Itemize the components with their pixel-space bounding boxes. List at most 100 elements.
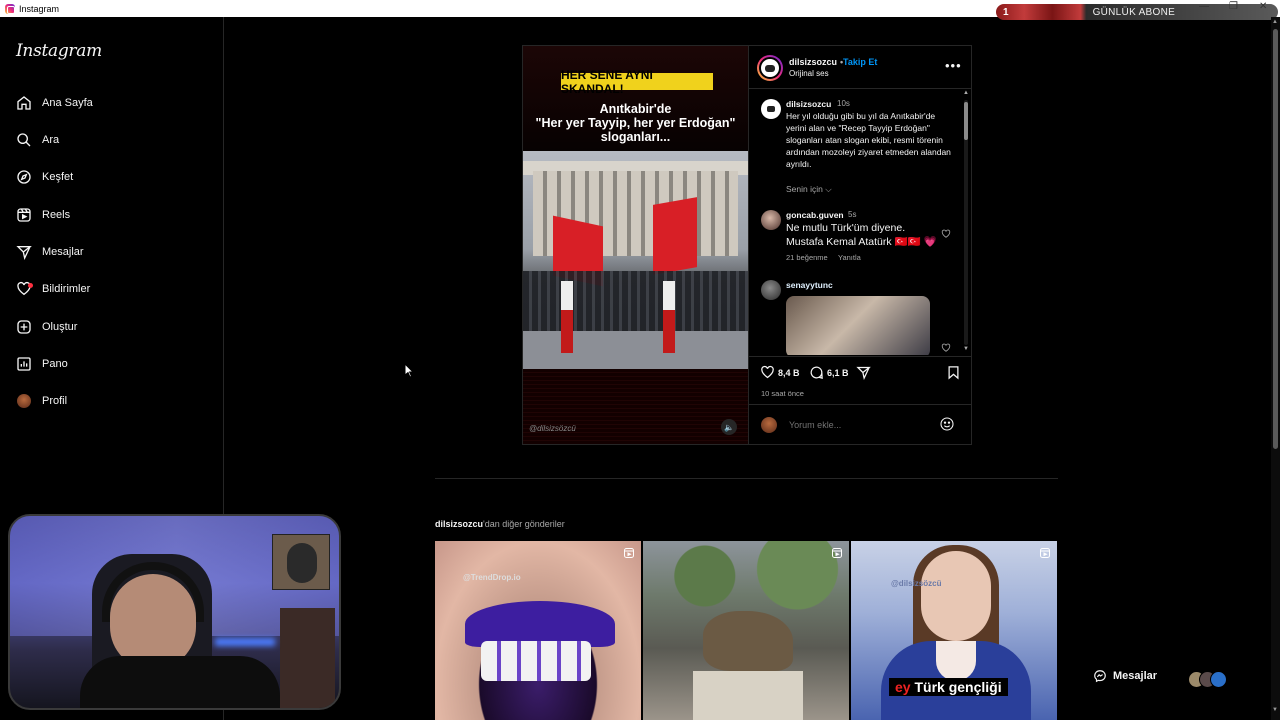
comment-input[interactable]: Yorum ekle...	[789, 420, 841, 430]
share-button[interactable]	[856, 365, 874, 380]
comment-username[interactable]: senayytunc	[786, 280, 833, 290]
comment-image[interactable]	[786, 296, 930, 355]
heart-icon	[16, 281, 33, 297]
tile-watermark: @TrendDrop.io	[463, 573, 521, 582]
author-avatar[interactable]	[761, 99, 781, 119]
compass-icon	[16, 169, 32, 185]
bookmark-icon	[948, 366, 959, 380]
search-icon	[16, 132, 32, 148]
audio-label[interactable]: Orijinal ses	[789, 69, 829, 78]
comment-filter-dropdown[interactable]: Senin için ⌵	[786, 184, 832, 195]
conversation-avatars[interactable]	[1188, 671, 1227, 688]
post-side-panel: dilsizsozcu • Takip Et Orijinal ses ••• d…	[748, 46, 972, 444]
emoji-icon[interactable]	[939, 416, 955, 432]
more-post-tile[interactable]	[643, 541, 849, 720]
sidebar-item-label: Oluştur	[42, 321, 78, 333]
comment-button[interactable]: 6,1 B	[809, 365, 849, 380]
send-icon	[16, 244, 32, 260]
like-count: 8,4 B	[778, 367, 800, 378]
reels-icon	[832, 548, 842, 558]
video-headline: Anıtkabir'de "Her yer Tayyip, her yer Er…	[523, 102, 748, 144]
more-options-icon[interactable]: •••	[945, 58, 962, 73]
sidebar-item-search[interactable]: Ara	[16, 128, 59, 152]
comment-icon	[810, 366, 823, 379]
tile-watermark: @dilsizsözcü	[891, 579, 942, 588]
notification-dot	[28, 283, 33, 288]
comment-likes[interactable]: 21 beğenme	[786, 253, 828, 262]
post-actions: 8,4 B 6,1 B 10 saat önce	[749, 356, 971, 401]
sidebar-item-label: Profil	[42, 395, 68, 407]
heart-icon	[761, 365, 774, 379]
save-button[interactable]	[946, 365, 964, 380]
volume-icon[interactable]: 🔈	[721, 419, 737, 435]
sidebar-item-explore[interactable]: Keşfet	[16, 165, 73, 189]
video-watermark: @dilsizsözcü	[529, 424, 576, 433]
comment-username[interactable]: goncab.guven	[786, 210, 844, 220]
video-headline-line: sloganları...	[600, 130, 671, 144]
sidebar-item-label: Ana Sayfa	[42, 97, 93, 109]
comment-time: 5s	[848, 210, 857, 219]
page-scrollbar[interactable]: ▲ ▼	[1271, 17, 1280, 720]
window-title: Instagram	[19, 3, 60, 14]
tile-caption: ey Türk gençliği	[889, 678, 1008, 696]
webcam-overlay	[8, 514, 341, 710]
messages-button[interactable]: Mesajlar	[1093, 669, 1157, 683]
section-divider	[435, 478, 1058, 479]
pink-heart-emoji: 💗	[923, 236, 937, 248]
comment-text: Ne mutlu Türk'üm diyene. Mustafa Kemal A…	[786, 222, 937, 248]
home-icon	[16, 95, 32, 111]
mouse-cursor	[404, 363, 414, 378]
author-username[interactable]: dilsizsozcu •	[789, 57, 846, 67]
avatar	[16, 393, 32, 409]
sidebar-item-messages[interactable]: Mesajlar	[16, 240, 84, 264]
reels-icon	[624, 548, 634, 558]
video-headline-line: "Her yer Tayyip, her yer Erdoğan"	[535, 116, 736, 130]
webcam-inset	[272, 534, 330, 590]
post-header: dilsizsozcu • Takip Et Orijinal ses •••	[749, 46, 972, 89]
more-post-tile[interactable]: @TrendDrop.io	[435, 541, 641, 720]
like-comment-heart-icon[interactable]	[941, 343, 951, 353]
post-video[interactable]: HER SENE AYNI SKANDAL! Anıtkabir'de "Her…	[523, 46, 748, 444]
caption-username[interactable]: dilsizsozcu	[786, 99, 831, 109]
close-icon[interactable]: ✕	[1259, 1, 1267, 12]
send-icon	[856, 366, 871, 380]
like-comment-heart-icon[interactable]	[941, 229, 951, 239]
reply-button[interactable]: Yanıtla	[838, 253, 861, 262]
comments-scrollbar[interactable]: ▲ ▼	[962, 90, 970, 355]
add-comment-bar: Yorum ekle...	[749, 404, 971, 444]
more-posts-heading: dilsizsozcu'dan diğer gönderiler	[435, 519, 565, 529]
more-post-tile[interactable]: @dilsizsözcü ey Türk gençliği	[851, 541, 1057, 720]
plus-square-icon	[16, 319, 32, 335]
sidebar-item-reels[interactable]: Reels	[16, 203, 70, 227]
comment-count: 6,1 B	[827, 367, 849, 378]
post-card: HER SENE AYNI SKANDAL! Anıtkabir'de "Her…	[522, 45, 972, 445]
sidebar-item-dashboard[interactable]: Pano	[16, 352, 68, 376]
sidebar-item-label: Mesajlar	[42, 246, 84, 258]
sidebar-item-notifications[interactable]: Bildirimler	[16, 277, 90, 301]
caption-text: Her yıl olduğu gibi bu yıl da Anıtkabir'…	[786, 111, 951, 169]
messenger-icon	[1094, 670, 1106, 683]
follow-button[interactable]: Takip Et	[843, 57, 877, 67]
avatar	[761, 417, 777, 433]
video-frame-photo	[523, 151, 748, 369]
sidebar-item-label: Pano	[42, 358, 68, 370]
video-banner: HER SENE AYNI SKANDAL!	[561, 68, 713, 96]
more-posts-username[interactable]: dilsizsozcu	[435, 519, 483, 529]
sidebar-item-profile[interactable]: Profil	[16, 389, 67, 413]
sidebar-item-label: Bildirimler	[42, 283, 91, 295]
overlay-label: GÜNLÜK ABONE	[1092, 6, 1176, 18]
sidebar-item-create[interactable]: Oluştur	[16, 315, 77, 339]
sidebar-item-label: Ara	[42, 134, 60, 146]
caption-time: 10s	[837, 99, 850, 108]
commenter-avatar[interactable]	[761, 280, 781, 300]
minimize-icon[interactable]: —	[1199, 1, 1209, 12]
author-avatar[interactable]	[757, 55, 783, 81]
messages-button-label: Mesajlar	[1113, 670, 1158, 682]
commenter-avatar[interactable]	[761, 210, 781, 230]
instagram-logo[interactable]: Instagram	[16, 41, 102, 61]
sidebar-item-label: Reels	[42, 209, 71, 221]
maximize-icon[interactable]: ❐	[1229, 1, 1238, 12]
sidebar-item-home[interactable]: Ana Sayfa	[16, 91, 93, 115]
dashboard-icon	[16, 356, 32, 372]
like-button[interactable]: 8,4 B	[760, 365, 800, 380]
